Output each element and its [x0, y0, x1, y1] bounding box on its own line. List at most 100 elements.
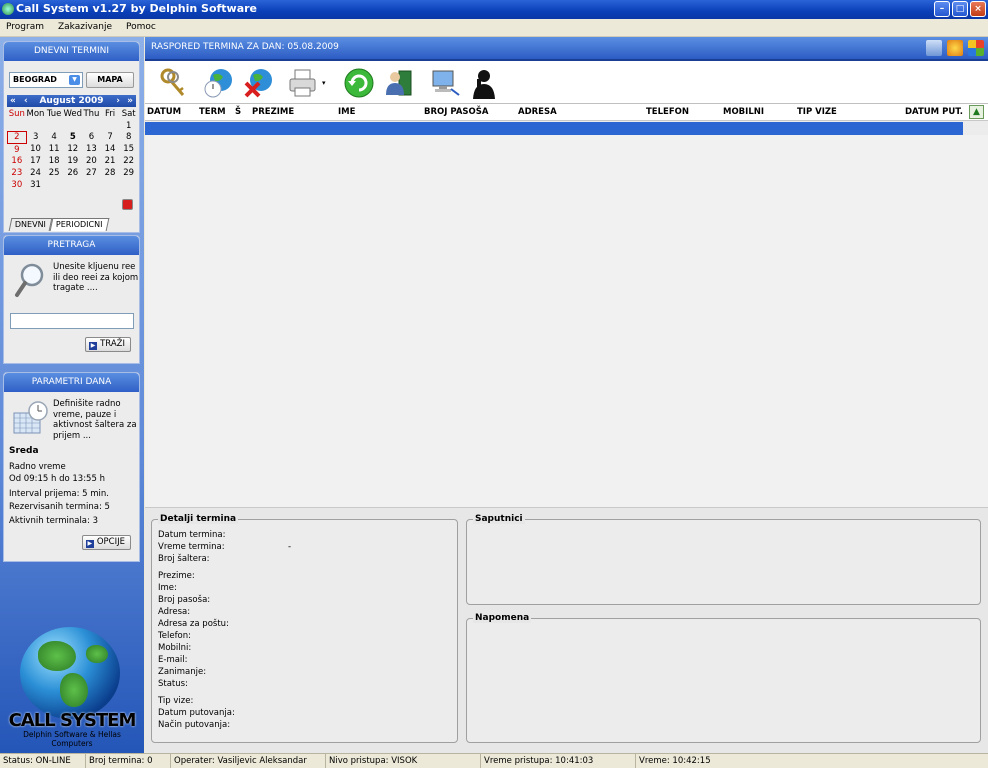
user-book-icon[interactable] [383, 67, 415, 99]
calendar-day[interactable]: 20 [82, 155, 101, 167]
detail-field-label: Broj pasoša: [158, 595, 211, 605]
detail-field-label: Prezime: [158, 571, 195, 581]
calendar-day[interactable]: 6 [82, 132, 101, 144]
status-bar: Status: ON-LINE Broj termina: 0 Operater… [0, 753, 988, 768]
city-select[interactable]: BEOGRAD ▼ [9, 72, 83, 88]
schedule-header: RASPORED TERMINA ZA DAN: 05.08.2009 [145, 37, 988, 61]
title-bar: Call System v1.27 by Delphin Software – … [0, 0, 988, 19]
calendar-day[interactable]: 10 [26, 143, 45, 155]
city-value: BEOGRAD [13, 75, 57, 84]
calendar-day[interactable]: 1 [119, 120, 138, 132]
calendar-day[interactable]: 18 [45, 155, 64, 167]
radno-vreme-label: Radno vreme [9, 462, 66, 472]
calendar-day[interactable]: 5 [63, 132, 82, 144]
search-button[interactable]: ▶ TRAŽI [85, 337, 131, 352]
toolbar: ▾ [145, 61, 988, 104]
prev-month-icon[interactable]: ‹ [24, 95, 28, 107]
column-header[interactable]: IME [338, 104, 355, 121]
refresh-icon[interactable] [343, 67, 375, 99]
column-header[interactable]: Š [235, 104, 241, 121]
column-header[interactable]: MOBILNI [723, 104, 764, 121]
weekday-wed: Wed [63, 108, 83, 119]
detail-field-label: Datum termina: [158, 530, 226, 540]
status-time: Vreme: 10:42:15 [635, 754, 711, 768]
calendar-day[interactable]: 11 [45, 143, 64, 155]
prev-year-icon[interactable]: « [10, 95, 16, 107]
detail-field-label: Način putovanja: [158, 720, 231, 730]
maximize-button[interactable]: □ [952, 1, 968, 17]
calendar-day[interactable]: 23 [8, 167, 27, 179]
map-button[interactable]: MAPA [86, 72, 134, 88]
day-name: Sreda [9, 446, 39, 456]
column-header[interactable]: ADRESA [518, 104, 557, 121]
calendar-day[interactable]: 15 [119, 143, 138, 155]
calendar-day[interactable]: 2 [7, 131, 27, 144]
network-icon[interactable] [926, 40, 942, 56]
calendar-day[interactable]: 24 [26, 167, 45, 179]
column-header[interactable]: DATUM [147, 104, 181, 121]
column-header[interactable]: TELEFON [646, 104, 689, 121]
calendar-day[interactable]: 19 [63, 155, 82, 167]
reserved-count: Rezervisanih termina: 5 [9, 502, 110, 512]
calendar-day[interactable]: 13 [82, 143, 101, 155]
selected-row[interactable] [145, 122, 963, 135]
calendar-empty [63, 179, 82, 191]
globe-delete-icon[interactable] [243, 67, 275, 99]
dnevni-termini-panel: DNEVNI TERMINI BEOGRAD ▼ MAPA « ‹ August… [3, 41, 140, 233]
status-operator: Operater: Vasiljevic Aleksandar [170, 754, 307, 768]
column-header[interactable]: DATUM PUT. [905, 104, 963, 121]
pretraga-panel: PRETRAGA Unesite kljuenu ree ili deo ree… [3, 235, 140, 364]
calendar-day[interactable]: 27 [82, 167, 101, 179]
calendar-day[interactable]: 29 [119, 167, 138, 179]
keys-icon[interactable] [157, 67, 189, 99]
search-input[interactable] [10, 313, 134, 329]
dropdown-arrow-icon: ▼ [69, 75, 80, 85]
next-year-icon[interactable]: » [127, 95, 133, 107]
calendar-day[interactable]: 25 [45, 167, 64, 179]
calendar-day[interactable]: 21 [101, 155, 120, 167]
calendar-day[interactable]: 9 [8, 143, 27, 155]
menu-program[interactable]: Program [6, 19, 44, 36]
time-value: - [288, 542, 292, 552]
calendar-day[interactable]: 26 [63, 167, 82, 179]
menu-zakazivanje[interactable]: Zakazivanje [58, 19, 112, 36]
printer-dropdown-icon[interactable]: ▾ [322, 79, 326, 87]
globe-calendar-icon[interactable] [203, 67, 235, 99]
calendar-day[interactable]: 3 [26, 132, 45, 144]
column-header[interactable]: TIP VIZE [797, 104, 837, 121]
tab-periodicni[interactable]: PERIODICNI [49, 218, 109, 231]
calendar-day[interactable]: 28 [101, 167, 120, 179]
column-header[interactable]: PREZIME [252, 104, 294, 121]
minimize-button[interactable]: – [934, 1, 950, 17]
windows-icon[interactable] [968, 40, 984, 56]
calendar-day[interactable]: 16 [8, 155, 27, 167]
calendar-day[interactable]: 30 [8, 179, 27, 191]
options-button[interactable]: ▶ OPCIJE [81, 535, 131, 550]
menu-pomoc[interactable]: Pomoc [126, 19, 156, 36]
column-header[interactable]: BROJ PASOŠA [424, 104, 488, 121]
detail-field-label: Datum putovanja: [158, 708, 235, 718]
sort-up-icon[interactable]: ▲ [969, 105, 984, 119]
phone-person-icon[interactable] [467, 67, 499, 99]
status-online: Status: ON-LINE [3, 756, 71, 766]
grid-body[interactable] [145, 135, 988, 507]
calendar-close-icon[interactable] [122, 199, 133, 210]
calendar-day[interactable]: 31 [26, 179, 45, 191]
calendar-day[interactable]: 4 [45, 132, 64, 144]
calendar-day[interactable]: 14 [101, 143, 120, 155]
calendar-day[interactable]: 17 [26, 155, 45, 167]
calendar-day[interactable]: 22 [119, 155, 138, 167]
tab-dnevni[interactable]: DNEVNI [8, 218, 53, 231]
close-button[interactable]: × [970, 1, 986, 17]
arrow-icon: ▶ [89, 342, 98, 350]
calendar-empty [82, 179, 101, 191]
column-header[interactable]: TERM [199, 104, 226, 121]
calendar-day[interactable]: 7 [101, 132, 120, 144]
next-month-icon[interactable]: › [116, 95, 120, 107]
calendar-day[interactable]: 12 [63, 143, 82, 155]
printer-icon[interactable] [287, 67, 319, 99]
computer-network-icon[interactable] [429, 67, 461, 99]
shield-icon[interactable] [947, 40, 963, 56]
calendar-day[interactable]: 8 [119, 132, 138, 144]
status-term-count: Broj termina: 0 [85, 754, 153, 768]
